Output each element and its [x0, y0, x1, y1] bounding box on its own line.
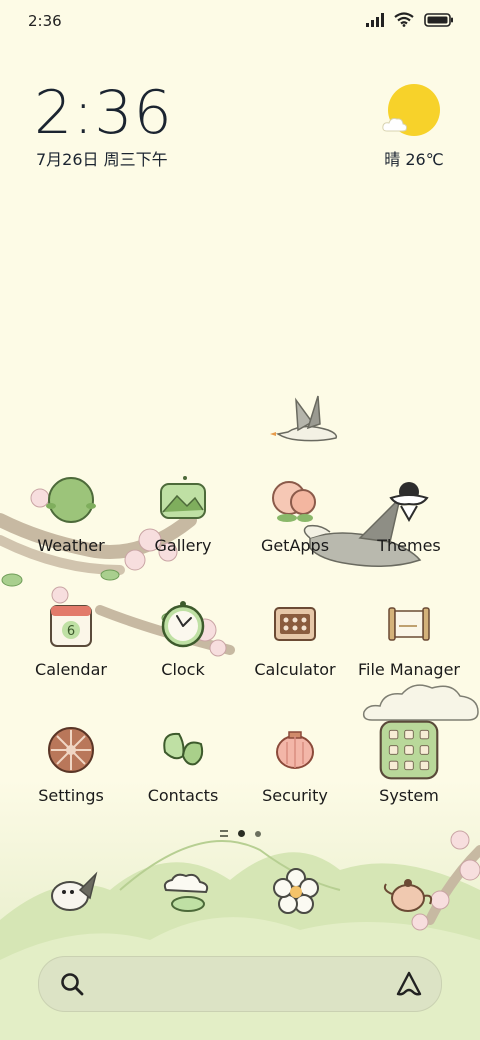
status-icons	[366, 12, 454, 27]
flying-bird-decoration	[270, 395, 338, 442]
calendar-day: 6	[67, 624, 75, 639]
gallery-icon	[160, 476, 206, 519]
feed-page-indicator[interactable]	[219, 830, 228, 837]
app-themes[interactable]: Themes	[354, 470, 464, 555]
dock-browser[interactable]	[266, 862, 326, 922]
search-icon[interactable]	[59, 971, 85, 997]
weather-text: 晴 26℃	[384, 150, 444, 169]
app-security[interactable]: Security	[240, 720, 350, 805]
app-settings[interactable]: Settings	[16, 720, 126, 805]
app-label: Calendar	[35, 660, 107, 679]
camera-teapot-icon	[383, 879, 433, 912]
weather-icon	[46, 477, 96, 523]
app-label: System	[379, 786, 439, 805]
app-label: Settings	[38, 786, 104, 805]
status-bar: 2:36	[0, 0, 480, 40]
page-dot[interactable]	[254, 830, 261, 837]
status-time: 2:36	[28, 12, 62, 30]
app-file-manager[interactable]: File Manager	[354, 594, 464, 679]
browser-flower-icon	[273, 868, 319, 914]
themes-icon	[389, 482, 429, 523]
clock-widget-time[interactable]: 2:36	[34, 78, 173, 148]
signal-icon	[366, 12, 384, 27]
phone-bird-icon	[51, 871, 98, 911]
sun-icon	[382, 84, 440, 136]
calendar-icon: 6	[50, 605, 92, 647]
dock-camera[interactable]	[378, 862, 438, 922]
battery-icon	[424, 12, 453, 27]
app-label: Security	[262, 786, 328, 805]
app-gallery[interactable]: Gallery	[128, 470, 238, 555]
app-contacts[interactable]: Contacts	[128, 720, 238, 805]
app-label: Contacts	[147, 786, 219, 805]
app-calculator[interactable]: Calculator	[240, 594, 350, 679]
search-bar[interactable]	[38, 956, 442, 1012]
calculator-icon	[274, 607, 316, 641]
app-label: File Manager	[358, 660, 460, 679]
dock	[0, 862, 480, 932]
dock-messages[interactable]	[156, 862, 216, 922]
app-calendar[interactable]: 6 Calendar	[16, 594, 126, 679]
system-folder-icon	[379, 720, 439, 780]
app-system-folder[interactable]: System	[354, 720, 464, 805]
app-label: Clock	[161, 660, 205, 679]
clock-icon	[161, 601, 205, 648]
messages-cloud-icon	[163, 873, 209, 912]
dock-phone[interactable]	[42, 862, 102, 922]
assistant-icon[interactable]	[395, 970, 423, 998]
app-label: Gallery	[154, 536, 212, 555]
cloud-icon	[382, 118, 408, 132]
app-label: Themes	[377, 536, 441, 555]
contacts-icon	[163, 732, 204, 766]
app-label: GetApps	[260, 536, 330, 555]
settings-icon	[48, 727, 94, 773]
app-clock[interactable]: Clock	[128, 594, 238, 679]
page-indicator[interactable]	[0, 830, 480, 837]
app-label: Calculator	[254, 660, 336, 679]
page-dot-active[interactable]	[237, 830, 245, 837]
file-manager-icon	[388, 607, 430, 641]
security-icon	[276, 731, 314, 769]
wifi-icon	[394, 12, 414, 27]
app-label: Weather	[37, 536, 105, 555]
app-getapps[interactable]: GetApps	[240, 470, 350, 555]
app-weather[interactable]: Weather	[16, 470, 126, 555]
clock-widget-date[interactable]: 7月26日 周三下午	[36, 146, 168, 170]
getapps-icon	[272, 481, 316, 522]
weather-widget[interactable]: 晴 26℃	[382, 84, 444, 170]
